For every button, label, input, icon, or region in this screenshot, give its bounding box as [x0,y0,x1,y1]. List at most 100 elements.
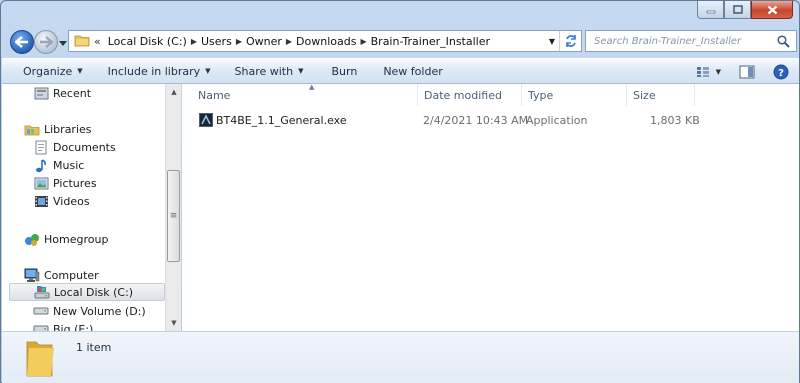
nav-item-libraries[interactable]: Libraries [24,120,92,138]
nav-item-computer[interactable]: Computer [24,266,99,284]
column-header-label: Date modified [424,88,502,102]
new-folder-label: New folder [383,64,443,78]
homegroup-icon [24,231,40,247]
breadcrumb-item[interactable]: Users [201,35,232,48]
navigation-pane: Recent Libraries Documents Music Picture… [2,84,165,331]
local-disk-icon [34,284,50,300]
computer-icon [24,267,40,283]
refresh-icon [565,35,576,47]
column-header-type[interactable]: Type [522,84,627,106]
chevron-down-icon [59,41,67,46]
scroll-thumb[interactable]: ≡ [167,170,180,262]
recent-pages-dropdown[interactable] [59,37,67,50]
nav-item-pictures[interactable]: Pictures [33,174,97,192]
help-button[interactable]: ? [773,62,789,82]
pictures-icon [33,175,49,191]
forward-arrow-icon [40,36,53,48]
file-date-modified: 2/4/2021 10:43 AM [423,113,529,127]
share-with-button[interactable]: Share with ▼ [221,65,314,78]
sort-ascending-icon: ▲ [309,83,315,91]
caption-buttons [697,1,793,19]
nav-item-label: Libraries [44,122,92,136]
file-list-pane: Name ▲ Date modified Type Size BT4BE_1.1… [182,83,799,331]
breadcrumb-item[interactable]: Downloads [296,35,356,48]
close-icon [767,5,777,14]
nav-item-label: Pictures [53,176,97,190]
change-view-button[interactable] [696,62,710,82]
file-row[interactable]: BT4BE_1.1_General.exe 2/4/2021 10:43 AM … [196,111,700,129]
column-header-label: Name [198,88,231,102]
breadcrumb-separator[interactable]: ▶ [236,37,242,46]
search-box[interactable] [585,30,797,52]
column-header-label: Type [528,88,554,102]
column-header-name[interactable]: Name ▲ [192,83,418,106]
scroll-down-button[interactable]: ▼ [166,315,182,331]
include-in-library-button[interactable]: Include in library ▼ [93,65,221,78]
chevron-down-icon: ▼ [205,67,211,75]
nav-item-label: Big (E:) [53,322,94,332]
chevron-down-icon: ▼ [298,67,304,75]
item-count: 1 item [76,341,112,354]
new-folder-button[interactable]: New folder [367,65,452,78]
scroll-up-button[interactable]: ▲ [166,84,182,100]
address-bar[interactable]: « Local Disk (C:) ▶ Users ▶ Owner ▶ Down… [68,30,582,52]
nav-item-label: Local Disk (C:) [54,285,134,299]
preview-pane-button[interactable] [739,62,755,82]
navigation-scrollbar[interactable]: ▲ ≡ ▼ [165,84,181,331]
burn-button[interactable]: Burn [313,65,367,78]
help-icon: ? [773,64,789,80]
nav-item-music[interactable]: Music [33,156,84,174]
forward-button[interactable] [34,30,58,54]
nav-item-homegroup[interactable]: Homegroup [24,230,108,248]
search-input[interactable] [594,35,774,47]
documents-icon [33,139,49,155]
file-size: 1,803 KB [650,113,700,127]
preview-pane-icon [739,65,755,79]
column-header-size[interactable]: Size [627,84,695,106]
nav-item-new-volume[interactable]: New Volume (D:) [33,302,146,320]
breadcrumb-separator[interactable]: ▶ [191,37,197,46]
column-header-row: Name ▲ Date modified Type Size [182,83,799,106]
minimize-icon [706,10,715,13]
nav-item-documents[interactable]: Documents [33,138,116,156]
nav-item-recent[interactable]: Recent [33,84,91,102]
minimize-button[interactable] [697,1,724,19]
breadcrumb-item[interactable]: Local Disk (C:) [108,35,187,48]
breadcrumb-item[interactable]: Brain-Trainer_Installer [371,35,490,48]
close-button[interactable] [751,1,793,19]
nav-item-label: Documents [53,140,116,154]
share-with-label: Share with [234,64,294,78]
libraries-icon [24,121,40,137]
folder-icon [24,338,56,381]
include-in-library-label: Include in library [107,64,201,78]
nav-item-videos[interactable]: Videos [33,192,90,210]
nav-item-label: Videos [53,194,90,208]
folder-icon [74,33,90,50]
nav-item-big-drive[interactable]: Big (E:) [33,320,93,331]
search-icon[interactable] [777,35,790,51]
organize-button[interactable]: Organize ▼ [2,65,93,78]
nav-item-label: Computer [44,268,99,282]
maximize-button[interactable] [724,1,751,19]
breadcrumb-separator[interactable]: ▶ [286,37,292,46]
file-type: Application [526,113,588,127]
back-button[interactable] [10,30,34,54]
refresh-button[interactable] [559,31,581,51]
burn-label: Burn [331,64,358,78]
organize-label: Organize [23,64,73,78]
more-views-dropdown[interactable]: ▼ [716,62,721,82]
column-header-date-modified[interactable]: Date modified [418,84,522,106]
recent-places-icon [33,85,49,101]
breadcrumb-item[interactable]: Owner [246,35,282,48]
breadcrumb-overflow[interactable]: « [94,35,101,48]
explorer-window: « Local Disk (C:) ▶ Users ▶ Owner ▶ Down… [0,0,800,383]
videos-icon [33,193,49,209]
details-pane: 1 item [2,331,799,383]
address-dropdown-button[interactable]: ▼ [545,31,559,51]
nav-item-local-disk[interactable]: Local Disk (C:) [9,283,165,301]
application-icon [199,111,215,129]
command-bar: Organize ▼ Include in library ▼ Share with… [2,58,799,84]
breadcrumb-separator[interactable]: ▶ [360,37,366,46]
nav-item-label: New Volume (D:) [53,304,146,318]
column-header-label: Size [633,88,656,102]
